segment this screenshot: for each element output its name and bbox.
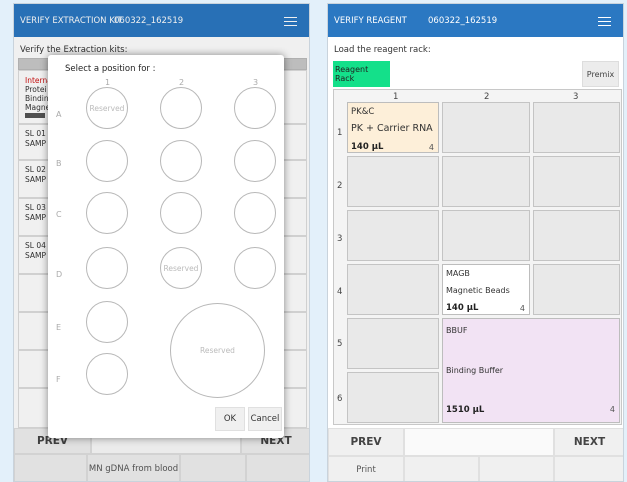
reagent-screen: VERIFY REAGENT 060322_162519 Load the re… bbox=[327, 3, 624, 482]
screen-title: VERIFY REAGENT bbox=[334, 16, 407, 26]
reagent-slot-empty[interactable] bbox=[442, 210, 530, 261]
bottom-cell-4[interactable] bbox=[554, 456, 623, 481]
position-d1[interactable] bbox=[86, 247, 128, 289]
position-e1[interactable] bbox=[86, 301, 128, 343]
row-header-f: F bbox=[56, 375, 61, 384]
column-header-2: 2 bbox=[179, 78, 185, 87]
next-button[interactable]: NEXT bbox=[554, 428, 623, 456]
reagent-count: 4 bbox=[428, 143, 434, 152]
reagent-count: 4 bbox=[609, 405, 615, 414]
rack-row-6: 6 bbox=[337, 394, 343, 404]
position-a3[interactable] bbox=[234, 87, 276, 129]
reagent-slot-empty[interactable] bbox=[347, 372, 439, 423]
position-d3[interactable] bbox=[234, 247, 276, 289]
rack-column-3: 3 bbox=[573, 92, 579, 102]
reagent-slot-empty[interactable] bbox=[442, 102, 530, 153]
rack-row-3: 3 bbox=[337, 234, 343, 244]
cancel-button[interactable]: Cancel bbox=[248, 407, 282, 431]
reagent-slot-empty[interactable] bbox=[533, 210, 620, 261]
reagent-slot-bbuf[interactable]: BBUF Binding Buffer 1510 µL 4 bbox=[442, 318, 620, 423]
row-header-c: C bbox=[56, 210, 62, 219]
dialog-title: Select a position for : bbox=[65, 64, 156, 74]
extraction-kit-screen: VERIFY EXTRACTION KIT 060322_162519 Veri… bbox=[13, 3, 310, 482]
row-header-d: D bbox=[56, 270, 63, 279]
reagent-slot-empty[interactable] bbox=[533, 102, 620, 153]
rack-row-4: 4 bbox=[337, 287, 343, 297]
reagent-slot-empty[interactable] bbox=[347, 156, 439, 207]
ok-button[interactable]: OK bbox=[215, 407, 245, 431]
reagent-volume: 140 µL bbox=[446, 303, 479, 313]
rack-row-1: 1 bbox=[337, 128, 343, 138]
position-c3[interactable] bbox=[234, 192, 276, 234]
premix-button[interactable]: Premix bbox=[582, 61, 619, 87]
instruction-text: Load the reagent rack: bbox=[334, 45, 431, 55]
bottom-spacer bbox=[404, 428, 554, 456]
reagent-slot-empty[interactable] bbox=[347, 318, 439, 369]
position-c2[interactable] bbox=[160, 192, 202, 234]
column-header-1: 1 bbox=[105, 78, 111, 87]
position-large-reserved: Reserved bbox=[170, 303, 265, 398]
reagent-volume: 1510 µL bbox=[446, 405, 485, 415]
position-f1[interactable] bbox=[86, 353, 128, 395]
title-bar: VERIFY REAGENT 060322_162519 bbox=[328, 4, 623, 37]
reagent-volume: 140 µL bbox=[351, 142, 384, 152]
reagent-slot-empty[interactable] bbox=[533, 156, 620, 207]
reagent-slot-empty[interactable] bbox=[347, 264, 439, 315]
bottom-cell-2[interactable] bbox=[404, 456, 479, 481]
reagent-slot-empty[interactable] bbox=[442, 156, 530, 207]
position-c1[interactable] bbox=[86, 192, 128, 234]
position-b3[interactable] bbox=[234, 140, 276, 182]
reagent-name: Magnetic Beads bbox=[446, 286, 510, 295]
reagent-slot-pkc[interactable]: PK&C PK + Carrier RNA 140 µL 4 bbox=[347, 102, 439, 153]
position-a2[interactable] bbox=[160, 87, 202, 129]
rack-column-1: 1 bbox=[393, 92, 399, 102]
position-b1[interactable] bbox=[86, 140, 128, 182]
row-header-b: B bbox=[56, 159, 62, 168]
position-b2[interactable] bbox=[160, 140, 202, 182]
reagent-code: PK&C bbox=[351, 107, 375, 117]
column-header-3: 3 bbox=[253, 78, 259, 87]
reagent-slot-magb[interactable]: MAGB Magnetic Beads 140 µL 4 bbox=[442, 264, 530, 315]
reagent-code: BBUF bbox=[446, 326, 468, 335]
reagent-code: MAGB bbox=[446, 269, 470, 278]
hamburger-menu-icon[interactable] bbox=[598, 17, 611, 26]
reagent-count: 4 bbox=[519, 304, 525, 313]
print-button[interactable]: Print bbox=[328, 456, 404, 481]
reagent-rack-button[interactable]: Reagent Rack bbox=[333, 61, 390, 87]
reagent-slot-empty[interactable] bbox=[533, 264, 620, 315]
prev-button[interactable]: PREV bbox=[328, 428, 404, 456]
position-select-dialog: Select a position for : 1 2 3 A B C D E … bbox=[48, 55, 284, 438]
reagent-name: PK + Carrier RNA bbox=[351, 123, 433, 134]
position-a1-reserved: Reserved bbox=[86, 87, 128, 129]
row-header-e: E bbox=[56, 323, 62, 332]
rack-row-2: 2 bbox=[337, 181, 343, 191]
bottom-cell-3[interactable] bbox=[479, 456, 554, 481]
run-id: 060322_162519 bbox=[428, 16, 498, 26]
rack-row-5: 5 bbox=[337, 339, 343, 349]
reagent-name: Binding Buffer bbox=[446, 366, 504, 375]
reagent-rack-grid: 1 2 3 1 2 3 4 5 6 PK&C PK + Carrier RNA … bbox=[333, 89, 622, 425]
reagent-slot-empty[interactable] bbox=[347, 210, 439, 261]
rack-column-2: 2 bbox=[484, 92, 490, 102]
row-header-a: A bbox=[56, 110, 62, 119]
position-d2-reserved: Reserved bbox=[160, 247, 202, 289]
